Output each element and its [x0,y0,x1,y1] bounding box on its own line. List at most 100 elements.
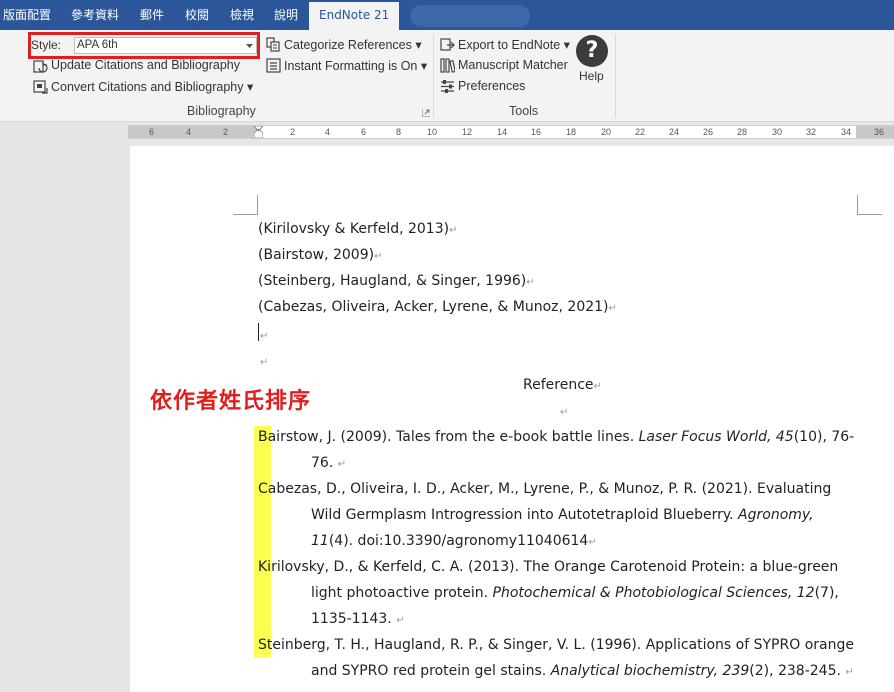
reference-text: (4). doi:10.3390/agronomy11040614 [328,533,589,549]
ruler-number: 30 [772,127,783,137]
ruler-number: 14 [497,127,508,137]
paragraph-mark: ↵ [396,615,405,626]
manuscript-matcher-icon [440,58,455,73]
reference-journal: Agronomy, [738,507,814,523]
reference-text: (10), 76- [793,429,855,445]
style-label: Style: [31,38,62,52]
group-label-bibliography: Bibliography [187,104,256,118]
margin-corner-mark [857,195,882,215]
help-button-label[interactable]: Help [579,69,604,83]
preferences-button[interactable]: Preferences [458,79,525,93]
reference-text: 76. [311,455,338,471]
ruler-number: 32 [806,127,817,137]
paragraph-mark: ↵ [845,667,854,678]
tab-endnote[interactable]: EndNote 21 [309,2,400,30]
reference-text: Cabezas, D., Oliveira, I. D., Acker, M.,… [258,481,832,497]
paragraph-mark: ↵ [337,459,347,470]
reference-entry-line[interactable]: 11(4). doi:10.3390/agronomy11040614↵ [311,532,597,552]
instant-formatting-label: Instant Formatting is On [284,59,418,73]
citation-line[interactable]: (Bairstow, 2009)↵ [258,246,382,266]
categorize-references-button[interactable]: Categorize References ▾ [284,37,422,52]
reference-heading[interactable]: Reference↵ [523,376,602,396]
ruler-number: 16 [531,127,542,137]
style-value: APA 6th [77,39,118,51]
ruler-number: 2 [290,127,296,137]
reference-entry-line[interactable]: Steinberg, T. H., Haugland, R. P., & Sin… [258,636,854,654]
reference-volume: 11 [311,533,329,549]
document-page[interactable] [130,146,894,692]
update-citations-icon [33,60,48,73]
reference-text: Bairstow, J. (2009). Tales from the e-bo… [258,429,639,445]
convert-citations-icon [33,80,48,94]
reference-entry-line[interactable]: Bairstow, J. (2009). Tales from the e-bo… [258,428,854,446]
style-highlight-box: Style: APA 6th [28,32,260,59]
citation-line[interactable]: (Cabezas, Oliveira, Acker, Lyrene, & Mun… [258,298,617,318]
paragraph-mark: ↵ [608,303,617,314]
ruler-number: 8 [396,127,402,137]
reference-journal: Photochemical & Photobiological Sciences… [492,585,815,601]
reference-entry-line[interactable]: and SYPRO red protein gel stains. Analyt… [311,662,854,682]
citation-line[interactable]: (Steinberg, Haugland, & Singer, 1996)↵ [258,272,535,292]
endnote-ribbon: Style: APA 6th Update Citations and Bibl… [0,30,894,122]
style-dropdown[interactable]: APA 6th [74,37,257,54]
manuscript-matcher-button[interactable]: Manuscript Matcher [458,58,568,72]
reference-entry-line[interactable]: 76. ↵ [311,454,346,474]
ruler-number: 6 [361,127,367,137]
reference-text: (2), 238-245. [749,663,846,679]
categorize-references-label: Categorize References [284,38,412,52]
export-to-endnote-label: Export to EndNote [458,38,561,52]
convert-citations-label: Convert Citations and Bibliography [51,80,244,94]
reference-entry-line[interactable]: 1135-1143. ↵ [311,610,405,630]
help-icon[interactable]: ? [576,35,608,67]
categorize-references-icon [266,37,280,52]
reference-journal: Analytical biochemistry, 239 [550,663,750,679]
paragraph-mark: ↵ [588,537,597,548]
tab-help[interactable]: 說明 [274,0,298,30]
dropdown-arrow-icon [246,44,253,48]
ruler-number: 18 [566,127,577,137]
annotation-text: 依作者姓氏排序 [150,389,312,414]
ruler-number: 10 [427,127,438,137]
reference-text: light photoactive protein. [311,585,493,601]
ribbon-tab-bar: 版面配置 參考資料 郵件 校閱 檢視 說明 EndNote 21 [0,0,894,30]
ruler-number: 12 [462,127,473,137]
indent-marker-icon[interactable] [254,126,263,138]
ruler-number: 36 [874,127,885,137]
paragraph-mark: ↵ [526,277,535,288]
citation-line[interactable]: (Kirilovsky & Kerfeld, 2013)↵ [258,220,457,240]
reference-text: Wild Germplasm Introgression into Autote… [311,507,739,523]
tab-mailings[interactable]: 郵件 [140,0,164,30]
update-citations-button[interactable]: Update Citations and Bibliography [51,58,240,72]
text-cursor [258,323,259,341]
ruler-number: 22 [635,127,646,137]
paragraph-mark: ↵ [593,381,602,392]
margin-corner-mark [233,195,258,215]
reference-text: Steinberg, T. H., Haugland, R. P., & Sin… [258,637,854,653]
reference-entry-line[interactable]: Wild Germplasm Introgression into Autote… [311,506,814,524]
dialog-launcher-icon[interactable] [422,109,430,117]
heading-text: Reference [523,377,594,393]
instant-formatting-icon [266,58,281,73]
ruler-number: 24 [669,127,680,137]
reference-text: (7), [814,585,839,601]
paragraph-mark: ↵ [449,225,458,236]
reference-entry-line[interactable]: Kirilovsky, D., & Kerfeld, C. A. (2013).… [258,558,838,576]
paragraph-mark: ↵ [260,331,269,342]
tab-review[interactable]: 校閱 [185,0,209,30]
tab-view[interactable]: 檢視 [230,0,254,30]
reference-entry-line[interactable]: light photoactive protein. Photochemical… [311,584,839,602]
convert-citations-button[interactable]: Convert Citations and Bibliography ▾ [51,79,253,94]
reference-entry-line[interactable]: Cabezas, D., Oliveira, I. D., Acker, M.,… [258,480,831,498]
ruler-number: 6 [149,127,155,137]
group-label-tools: Tools [509,104,539,118]
tab-references[interactable]: 參考資料 [71,0,119,30]
tab-layout[interactable]: 版面配置 [3,0,51,30]
export-to-endnote-button[interactable]: Export to EndNote ▾ [458,37,570,52]
horizontal-ruler[interactable]: 6 4 2 2 4 6 8 10 12 14 16 18 20 22 24 26… [128,125,894,139]
reference-text: and SYPRO red protein gel stains. [311,663,551,679]
instant-formatting-button[interactable]: Instant Formatting is On ▾ [284,58,427,73]
group-separator [433,34,434,118]
ruler-number: 34 [841,127,852,137]
ruler-number: 2 [223,127,229,137]
paragraph-mark: ↵ [374,251,383,262]
